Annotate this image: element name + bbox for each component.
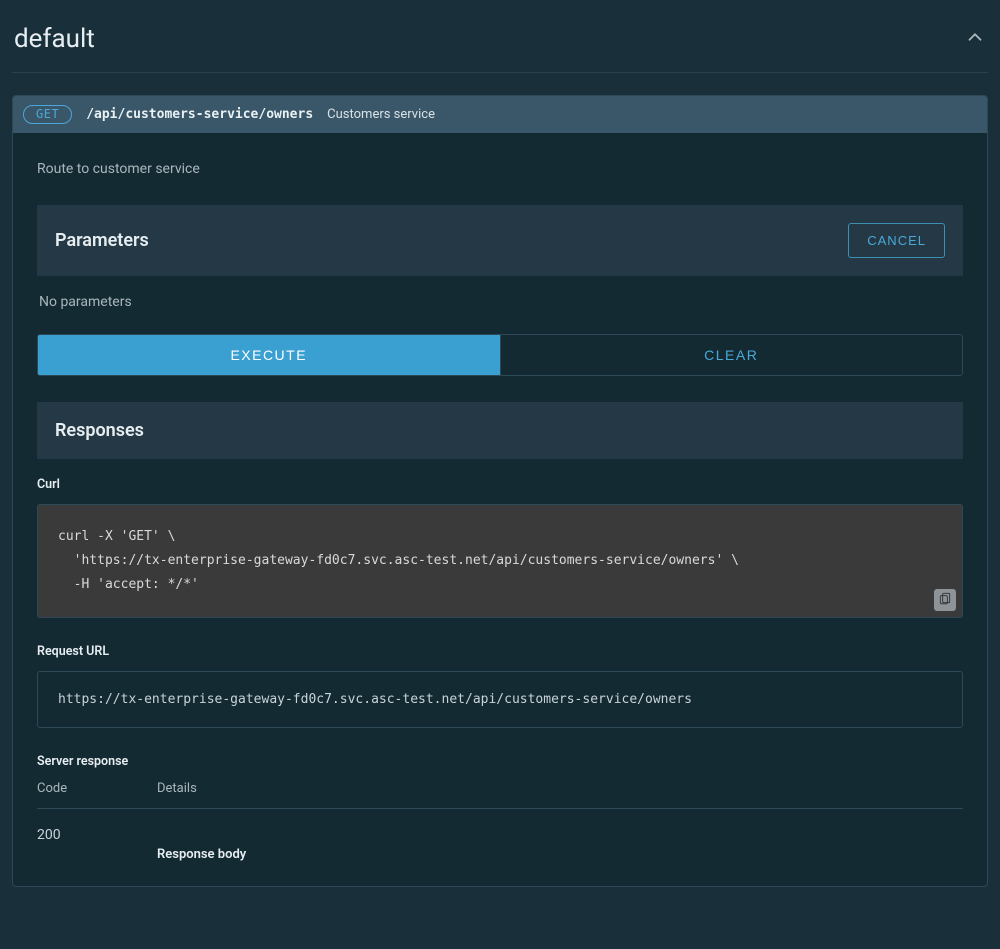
col-header-code: Code <box>37 781 157 796</box>
tag-header[interactable]: default <box>12 0 988 73</box>
server-response-table: Code Details 200 Response body <box>37 781 963 862</box>
request-url-heading: Request URL <box>37 644 963 659</box>
operation-block: GET /api/customers-service/owners Custom… <box>12 95 988 887</box>
operation-summary-row[interactable]: GET /api/customers-service/owners Custom… <box>13 96 987 133</box>
response-body-label: Response body <box>157 847 963 862</box>
http-method-badge: GET <box>23 105 72 124</box>
request-url-value: https://tx-enterprise-gateway-fd0c7.svc.… <box>58 692 942 707</box>
responses-header: Responses <box>37 402 963 459</box>
responses-title: Responses <box>55 420 144 441</box>
clear-button[interactable]: CLEAR <box>500 335 963 375</box>
curl-heading: Curl <box>37 477 963 492</box>
clipboard-icon <box>938 591 952 609</box>
execute-button[interactable]: EXECUTE <box>38 335 500 375</box>
copy-curl-button[interactable] <box>934 589 956 611</box>
cancel-button[interactable]: CANCEL <box>848 223 945 258</box>
table-separator <box>37 808 963 809</box>
curl-command: curl -X 'GET' \ 'https://tx-enterprise-g… <box>58 525 942 597</box>
parameters-title: Parameters <box>55 230 149 251</box>
operation-path: /api/customers-service/owners <box>86 107 313 122</box>
action-button-row: EXECUTE CLEAR <box>37 334 963 376</box>
server-response-heading: Server response <box>37 754 963 769</box>
col-header-details: Details <box>157 781 963 796</box>
tag-name: default <box>14 24 95 54</box>
response-code: 200 <box>37 827 157 862</box>
operation-summary: Customers service <box>327 107 435 122</box>
no-parameters-text: No parameters <box>37 294 963 334</box>
chevron-up-icon <box>964 26 986 52</box>
request-url-box: https://tx-enterprise-gateway-fd0c7.svc.… <box>37 671 963 728</box>
operation-body: Route to customer service Parameters CAN… <box>13 133 987 886</box>
parameters-header: Parameters CANCEL <box>37 205 963 276</box>
operation-description: Route to customer service <box>37 161 963 177</box>
curl-box: curl -X 'GET' \ 'https://tx-enterprise-g… <box>37 504 963 618</box>
